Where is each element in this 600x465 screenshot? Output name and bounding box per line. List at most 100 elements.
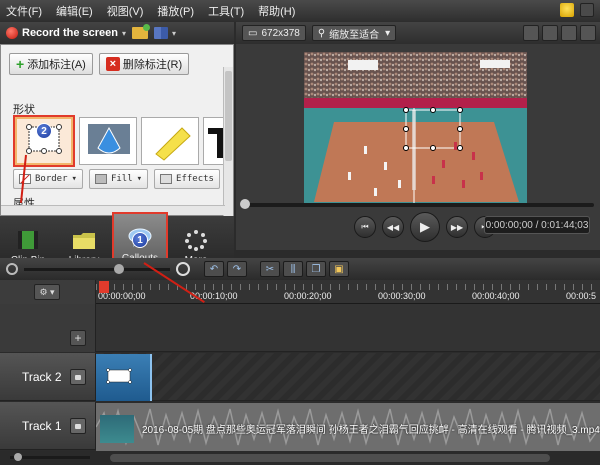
- ruler-label: 00:00:40;00: [472, 291, 520, 301]
- folder-icon: [73, 233, 95, 249]
- timeline-ruler[interactable]: 00:00:00;00 00:00:10;00 00:00:20;00 00:0…: [96, 280, 600, 304]
- close-icon: ×: [105, 57, 120, 71]
- undo-icon[interactable]: ↶: [204, 261, 224, 277]
- preview-view-buttons: [523, 25, 596, 41]
- shape-option-spotlight[interactable]: [79, 117, 137, 165]
- step-badge-2: 2: [36, 123, 52, 139]
- crop-icon[interactable]: [523, 25, 539, 41]
- track-name: Track 2: [22, 370, 62, 384]
- minimize-icon[interactable]: [580, 3, 594, 17]
- fill-dropdown[interactable]: Fill ▾: [88, 169, 149, 189]
- more-dots-icon: [185, 230, 207, 251]
- zoom-in-icon[interactable]: [176, 262, 190, 276]
- menu-file[interactable]: 文件(F): [6, 3, 42, 19]
- pan-hand-icon[interactable]: [542, 25, 558, 41]
- import-media-icon[interactable]: [132, 24, 150, 39]
- step-back-button[interactable]: ◀◀: [382, 216, 404, 238]
- preview-panel: ▭ 672x378 ⚲ 缩放至适合 ▾ ⏮ ◀◀ ▶ ▶▶ 0:00:00;00…: [236, 22, 600, 250]
- zoom-out-icon[interactable]: [6, 263, 18, 275]
- effects-dropdown[interactable]: Effects: [154, 169, 220, 189]
- cut-icon[interactable]: ✂: [260, 261, 280, 277]
- redo-icon[interactable]: ↷: [227, 261, 247, 277]
- add-annotation-button[interactable]: + 添加标注(A): [9, 53, 93, 75]
- playback-scrubber[interactable]: [236, 198, 600, 212]
- timecode-display: 0:00:00;00 / 0:01:44;03: [484, 216, 590, 234]
- ruler-ticks: [96, 284, 600, 290]
- effects-label: Effects: [176, 174, 214, 184]
- chevron-down-icon: ▾: [71, 174, 77, 184]
- effects-swatch-icon: [160, 174, 173, 184]
- zoom-track[interactable]: [24, 268, 170, 271]
- preview-toolbar: ▭ 672x378 ⚲ 缩放至适合 ▾: [236, 22, 600, 44]
- left-panel: Record the screen ▾ ▾ + 添加标注(A) × 删除标注(R…: [0, 22, 234, 272]
- menu-tools[interactable]: 工具(T): [208, 3, 244, 19]
- record-screen-button[interactable]: Record the screen: [22, 27, 118, 39]
- track-2-lane[interactable]: [96, 353, 600, 401]
- add-annotation-label: 添加标注(A): [27, 59, 86, 71]
- playhead-marker[interactable]: [99, 281, 109, 293]
- record-bar: Record the screen ▾ ▾: [0, 22, 234, 44]
- style-controls-row: Border ▾ Fill ▾ Effects: [13, 169, 220, 189]
- shape-option-highlight[interactable]: [141, 117, 199, 165]
- track-height-slider[interactable]: [10, 456, 90, 459]
- lightbulb-icon[interactable]: [560, 3, 574, 17]
- chevron-down-icon[interactable]: ▾: [122, 29, 126, 38]
- scrollbar-thumb[interactable]: [110, 454, 550, 462]
- produce-share-icon[interactable]: [154, 27, 168, 39]
- paste-icon[interactable]: ▣: [329, 261, 349, 277]
- split-icon[interactable]: ⫼: [283, 261, 303, 277]
- fill-swatch-icon: [94, 174, 107, 184]
- camtasia-window: 文件(F) 编辑(E) 视图(V) 播放(P) 工具(T) 帮助(H) Reco…: [0, 0, 600, 465]
- play-button[interactable]: ▶: [410, 212, 440, 242]
- ruler-label: 00:00:30;00: [378, 291, 426, 301]
- search-icon: ⚲: [317, 27, 326, 39]
- zoom-mode-value: 缩放至适合: [329, 29, 380, 41]
- zoom-dropdown[interactable]: ⚲ 缩放至适合 ▾: [311, 25, 397, 41]
- scrollbar-thumb[interactable]: [225, 71, 232, 161]
- resolution-selector[interactable]: ▭ 672x378: [242, 25, 306, 41]
- fullscreen-icon[interactable]: [580, 25, 596, 41]
- media-clip-title: 2016-08-05期 盘点那些奥运冠军落泪瞬间 孙杨王者之泪霸气回应挑衅 - …: [142, 425, 600, 436]
- timeline-ruler-header: ⚙ ▾: [0, 280, 96, 304]
- menu-play[interactable]: 播放(P): [157, 3, 194, 19]
- volleyball-court-frame: [304, 52, 527, 206]
- zoom-handle[interactable]: [114, 264, 124, 274]
- chevron-down-icon: ▾: [136, 174, 143, 184]
- lock-icon[interactable]: [70, 418, 86, 434]
- track-1-header[interactable]: Track 1: [0, 402, 96, 450]
- highlighter-shape-icon: [155, 127, 191, 161]
- delete-annotation-button[interactable]: × 删除标注(R): [98, 53, 190, 75]
- clip-thumbnail: [100, 415, 134, 443]
- timeline-settings-button[interactable]: ⚙ ▾: [34, 284, 60, 300]
- scrubber-track[interactable]: [242, 203, 594, 207]
- menu-edit[interactable]: 编辑(E): [56, 3, 93, 19]
- media-clip[interactable]: 2016-08-05期 盘点那些奥运冠军落泪瞬间 孙杨王者之泪霸气回应挑衅 - …: [96, 403, 600, 451]
- chevron-down-icon[interactable]: ▾: [172, 29, 176, 38]
- step-forward-button[interactable]: ▶▶: [446, 216, 468, 238]
- border-swatch-icon: [19, 174, 31, 184]
- record-icon[interactable]: [6, 27, 18, 39]
- menu-view[interactable]: 视图(V): [107, 3, 144, 19]
- gear-icon: ⚙ ▾: [39, 286, 55, 297]
- track-2-header[interactable]: Track 2: [0, 353, 96, 401]
- timeline-horizontal-scrollbar[interactable]: [0, 451, 600, 465]
- video-preview-canvas[interactable]: [304, 52, 527, 206]
- empty-track-lane: [96, 304, 600, 352]
- lock-icon[interactable]: [70, 369, 86, 385]
- callout-clip-thumbnail: [106, 368, 132, 384]
- track-name: Track 1: [22, 419, 62, 433]
- ruler-label: 00:00:5: [566, 291, 597, 301]
- scrubber-handle[interactable]: [240, 199, 250, 209]
- callout-clip[interactable]: [96, 354, 152, 401]
- copy-icon[interactable]: ❐: [306, 261, 326, 277]
- add-track-button[interactable]: +: [70, 330, 86, 346]
- track-height-handle[interactable]: [14, 453, 22, 461]
- border-label: Border: [35, 174, 68, 184]
- menu-help[interactable]: 帮助(H): [258, 3, 295, 19]
- properties-vertical-scrollbar[interactable]: [223, 67, 233, 217]
- resolution-value: 672x378: [261, 27, 300, 39]
- skip-to-start-button[interactable]: ⏮: [354, 216, 376, 238]
- annotation-button-row: + 添加标注(A) × 删除标注(R): [9, 53, 190, 75]
- step-badge-1: 1: [132, 232, 148, 248]
- detach-icon[interactable]: [561, 25, 577, 41]
